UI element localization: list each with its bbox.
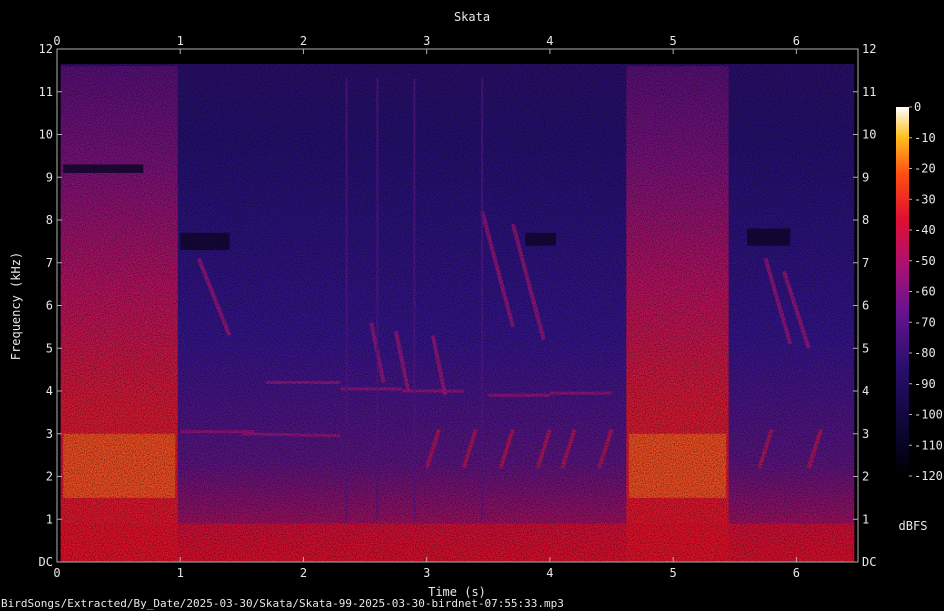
colorbar-tick-label: -80 bbox=[914, 346, 936, 360]
y-tick-label-right: 4 bbox=[862, 384, 869, 398]
x-tick-label: 1 bbox=[177, 566, 184, 580]
y-tick-label-right: 10 bbox=[862, 128, 876, 142]
y-tick-label-right: 7 bbox=[862, 256, 869, 270]
x-tick-label: 0 bbox=[53, 566, 60, 580]
colorbar-gradient bbox=[896, 107, 909, 476]
colorbar-label: dBFS bbox=[899, 519, 928, 533]
y-tick-label: 5 bbox=[46, 341, 53, 355]
y-tick-label-right: 6 bbox=[862, 299, 869, 313]
y-tick-label-right: 12 bbox=[862, 42, 876, 56]
x-tick-label: 5 bbox=[670, 566, 677, 580]
y-tick-label: 8 bbox=[46, 213, 53, 227]
y-tick-label: 2 bbox=[46, 470, 53, 484]
plot-area bbox=[60, 63, 855, 563]
y-tick-label: 4 bbox=[46, 384, 53, 398]
y-tick-label: 10 bbox=[39, 128, 53, 142]
x-tick-label-top: 1 bbox=[177, 34, 184, 48]
y-tick-label: 7 bbox=[46, 256, 53, 270]
x-tick-label-top: 3 bbox=[423, 34, 430, 48]
y-tick-label-right: 1 bbox=[862, 512, 869, 526]
x-tick-label: 3 bbox=[423, 566, 430, 580]
y-tick-label: 9 bbox=[46, 170, 53, 184]
spectrogram-chart: 00112233445566DC DC1 12 23 34 45 56 67 78 89 910 10… bbox=[1, 10, 943, 610]
colorbar-tick-label: -10 bbox=[914, 131, 936, 145]
y-tick-label-right: 5 bbox=[862, 341, 869, 355]
y-tick-label: DC bbox=[39, 555, 53, 569]
y-tick-label: 3 bbox=[46, 427, 53, 441]
noise-texture bbox=[60, 63, 855, 563]
colorbar-tick-label: -50 bbox=[914, 254, 936, 268]
y-tick-label: 11 bbox=[39, 85, 53, 99]
y-tick-label: 1 bbox=[46, 512, 53, 526]
colorbar-tick-label: -60 bbox=[914, 285, 936, 299]
colorbar-tick-label: -120 bbox=[914, 469, 943, 483]
colorbar-tick-label: -110 bbox=[914, 438, 943, 452]
colorbar-tick-label: -20 bbox=[914, 162, 936, 176]
colorbar-tick-label: -70 bbox=[914, 315, 936, 329]
y-tick-label-right: 9 bbox=[862, 170, 869, 184]
x-tick-label: 4 bbox=[546, 566, 553, 580]
colorbar: 0 -10 -20 -30 -40 -50 -60 -70 -80 -90 -100 -110 -120 bbox=[896, 100, 943, 483]
x-tick-label: 2 bbox=[300, 566, 307, 580]
x-tick-label-top: 0 bbox=[53, 34, 60, 48]
file-path-caption: BirdSongs/Extracted/By_Date/2025-03-30/S… bbox=[1, 597, 564, 610]
y-tick-label-right: 2 bbox=[862, 470, 869, 484]
y-axis-label: Frequency (kHz) bbox=[9, 252, 23, 360]
colorbar-tick-label: -90 bbox=[914, 377, 936, 391]
x-tick-label-top: 2 bbox=[300, 34, 307, 48]
colorbar-tick-label: -30 bbox=[914, 192, 936, 206]
colorbar-tick-label: -40 bbox=[914, 223, 936, 237]
y-tick-label-right: DC bbox=[862, 555, 876, 569]
y-tick-label-right: 8 bbox=[862, 213, 869, 227]
colorbar-tick-label: -100 bbox=[914, 408, 943, 422]
y-tick-label-right: 3 bbox=[862, 427, 869, 441]
x-tick-label: 6 bbox=[793, 566, 800, 580]
y-tick-label-right: 11 bbox=[862, 85, 876, 99]
colorbar-tick-label: 0 bbox=[914, 100, 921, 114]
x-tick-label-top: 6 bbox=[793, 34, 800, 48]
x-tick-label-top: 4 bbox=[546, 34, 553, 48]
y-tick-label: 6 bbox=[46, 299, 53, 313]
x-tick-label-top: 5 bbox=[670, 34, 677, 48]
y-tick-label: 12 bbox=[39, 42, 53, 56]
chart-title: Skata bbox=[454, 10, 490, 24]
